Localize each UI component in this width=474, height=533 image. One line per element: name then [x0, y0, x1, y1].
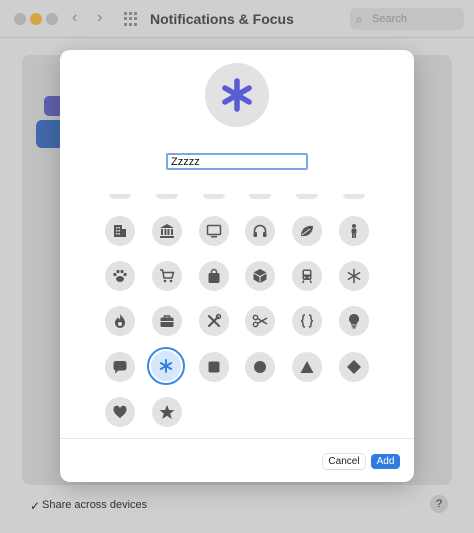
focus-icon-preview	[205, 63, 269, 127]
curly-braces-icon[interactable]	[292, 306, 322, 336]
briefcase-icon[interactable]	[152, 306, 182, 336]
flame-icon[interactable]	[105, 306, 135, 336]
train-icon[interactable]	[292, 261, 322, 291]
scrolled-row-edge	[296, 194, 318, 199]
box-icon[interactable]	[245, 261, 275, 291]
focus-icon-picker-sheet: Cancel Add	[60, 50, 414, 482]
lightbulb-icon[interactable]	[339, 306, 369, 336]
scissors-icon[interactable]	[245, 306, 275, 336]
bank-icon[interactable]	[152, 216, 182, 246]
asterisk-icon[interactable]	[151, 351, 181, 381]
add-button[interactable]: Add	[371, 454, 400, 469]
building-icon[interactable]	[105, 216, 135, 246]
monitor-icon[interactable]	[199, 216, 229, 246]
triangle-icon[interactable]	[292, 352, 322, 382]
asterisk-preview-icon	[222, 78, 252, 112]
cancel-button[interactable]: Cancel	[323, 454, 365, 469]
cart-icon[interactable]	[152, 261, 182, 291]
circle-icon[interactable]	[245, 352, 275, 382]
snowflake-icon[interactable]	[339, 261, 369, 291]
headphones-icon[interactable]	[245, 216, 275, 246]
star-icon[interactable]	[152, 397, 182, 427]
shopping-bag-icon[interactable]	[199, 261, 229, 291]
scrolled-row-edge	[343, 194, 365, 199]
paw-icon[interactable]	[105, 261, 135, 291]
tools-icon[interactable]	[199, 306, 229, 336]
person-icon[interactable]	[339, 216, 369, 246]
heart-icon[interactable]	[105, 397, 135, 427]
scrolled-row-edge	[203, 194, 225, 199]
focus-name-input[interactable]	[166, 153, 308, 170]
speech-bubble-icon[interactable]	[105, 352, 135, 382]
square-icon[interactable]	[199, 352, 229, 382]
leaf-icon[interactable]	[292, 216, 322, 246]
sheet-footer-divider	[60, 438, 414, 439]
scrolled-row-edge	[156, 194, 178, 199]
diamond-icon[interactable]	[339, 352, 369, 382]
scrolled-row-edge	[249, 194, 271, 199]
scrolled-row-edge	[109, 194, 131, 199]
